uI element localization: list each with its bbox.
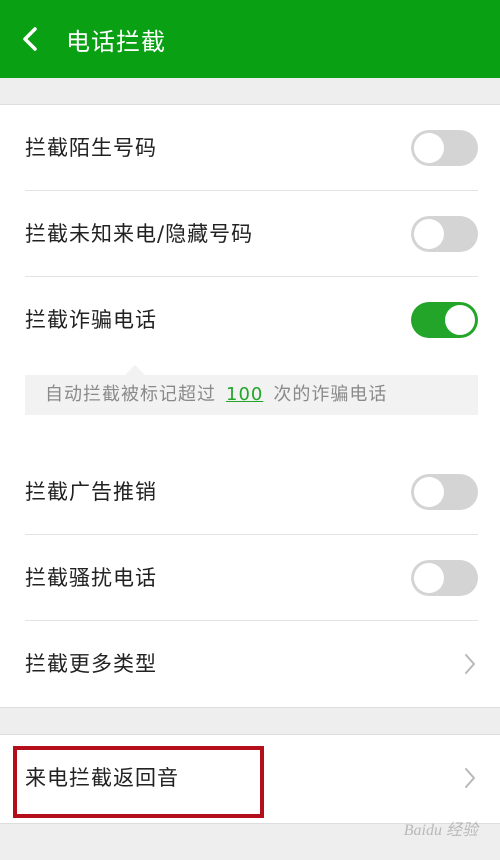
setting-label: 拦截骚扰电话 (25, 566, 157, 590)
setting-block-more-types[interactable]: 拦截更多类型 (0, 621, 500, 707)
setting-label: 拦截未知来电/隐藏号码 (25, 222, 254, 246)
setting-label: 拦截广告推销 (25, 480, 157, 504)
watermark-text: Baidu 经验 (403, 822, 478, 839)
toggle-block-unknown-numbers[interactable] (411, 130, 478, 166)
chevron-left-icon (23, 27, 37, 51)
toggle-knob (414, 563, 444, 593)
fraud-threshold-text: 自动拦截被标记超过 100 次的诈骗电话 (45, 375, 387, 415)
toggle-block-fraud-calls[interactable] (411, 302, 478, 338)
setting-block-unknown-numbers[interactable]: 拦截陌生号码 (0, 105, 500, 191)
setting-block-ads[interactable]: 拦截广告推销 (0, 449, 500, 535)
setting-block-fraud-calls[interactable]: 拦截诈骗电话 (0, 277, 500, 363)
threshold-suffix: 次的诈骗电话 (273, 384, 388, 405)
setting-label: 拦截陌生号码 (25, 136, 157, 160)
fraud-threshold-panel: 自动拦截被标记超过 100 次的诈骗电话 (25, 365, 478, 415)
chevron-right-icon (465, 768, 475, 788)
threshold-prefix: 自动拦截被标记超过 (45, 384, 216, 405)
toggle-knob (414, 133, 444, 163)
toggle-knob (445, 305, 475, 335)
highlight-box (13, 746, 264, 818)
back-button[interactable] (0, 0, 60, 78)
setting-block-hidden-numbers[interactable]: 拦截未知来电/隐藏号码 (0, 191, 500, 277)
setting-label: 拦截更多类型 (25, 652, 157, 676)
call-block-settings-section: 拦截陌生号码 拦截未知来电/隐藏号码 拦截诈骗电话 自动拦截被标记超过 100 次的… (0, 104, 500, 708)
toggle-knob (414, 219, 444, 249)
setting-block-harassment[interactable]: 拦截骚扰电话 (0, 535, 500, 621)
toggle-block-ads[interactable] (411, 474, 478, 510)
setting-label: 拦截诈骗电话 (25, 308, 157, 332)
toggle-block-hidden-numbers[interactable] (411, 216, 478, 252)
toggle-knob (414, 477, 444, 507)
toggle-block-harassment[interactable] (411, 560, 478, 596)
fraud-threshold-count[interactable]: 100 (226, 384, 263, 405)
chevron-right-icon (465, 654, 475, 674)
app-header: 电话拦截 (0, 0, 500, 78)
page-title: 电话拦截 (66, 27, 166, 56)
